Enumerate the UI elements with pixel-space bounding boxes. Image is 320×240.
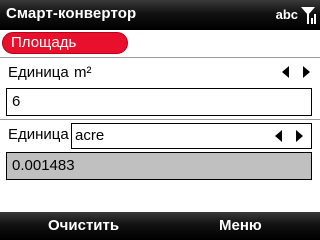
clear-softkey[interactable]: Очистить xyxy=(48,217,119,234)
divider xyxy=(0,57,320,58)
input-mode-indicator: abc xyxy=(275,7,298,22)
to-unit-switcher[interactable] xyxy=(273,130,305,144)
result-value-field: 0.001483 xyxy=(6,152,312,180)
signal-bars-icon xyxy=(301,7,316,24)
app-title: Смарт-конвертор xyxy=(6,5,137,22)
menu-softkey[interactable]: Меню xyxy=(219,217,262,234)
from-unit-switcher[interactable] xyxy=(280,66,312,80)
to-unit-selector[interactable]: acre xyxy=(71,123,312,149)
from-value-input[interactable]: 6 xyxy=(6,88,312,116)
softkey-bar: Очистить Меню xyxy=(0,212,320,240)
arrow-left-icon[interactable] xyxy=(275,130,282,142)
arrow-right-icon[interactable] xyxy=(296,130,303,142)
category-row: Площадь xyxy=(0,30,320,57)
to-unit-label: Единица xyxy=(8,126,69,143)
category-selector[interactable]: Площадь xyxy=(2,32,128,54)
to-unit-value: acre xyxy=(75,127,105,144)
from-unit-label: Единица xyxy=(8,64,69,81)
divider xyxy=(0,119,320,120)
arrow-left-icon[interactable] xyxy=(282,66,289,78)
from-unit-value[interactable]: m² xyxy=(74,64,92,81)
title-bar: Смарт-конвертор abc xyxy=(0,0,320,30)
arrow-right-icon[interactable] xyxy=(303,66,310,78)
